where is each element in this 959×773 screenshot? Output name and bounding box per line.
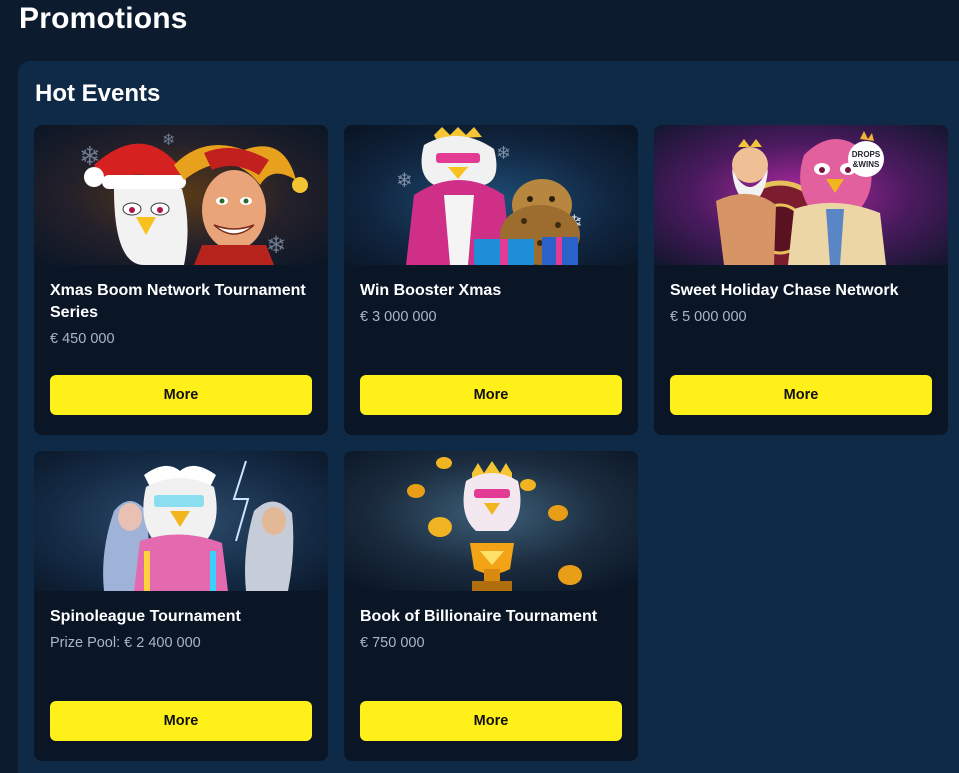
promo-title[interactable]: Spinoleague Tournament — [50, 606, 312, 628]
promo-banner-image[interactable] — [344, 451, 638, 591]
promotions-page: Promotions Hot Events ❄ ❄ ❄ Xmas Boom Ne… — [0, 0, 959, 773]
hot-events-section: Hot Events ❄ ❄ ❄ Xmas Boom Network Tourn… — [18, 61, 959, 773]
section-title: Hot Events — [35, 80, 161, 107]
promo-prize: € 450 000 — [50, 331, 115, 347]
promo-title[interactable]: Book of Billionaire Tournament — [360, 606, 622, 628]
more-button[interactable]: More — [50, 375, 312, 415]
promo-card-spinoleague[interactable]: Spinoleague Tournament Prize Pool: € 2 4… — [34, 451, 328, 761]
promo-prize: € 5 000 000 — [670, 309, 747, 325]
promo-title[interactable]: Sweet Holiday Chase Network — [670, 280, 932, 302]
promo-card-book-of-billionaire[interactable]: Book of Billionaire Tournament € 750 000… — [344, 451, 638, 761]
promo-banner-image[interactable]: DROPS &WINS — [654, 125, 948, 265]
page-title: Promotions — [19, 2, 188, 35]
promo-card-xmas-boom[interactable]: ❄ ❄ ❄ Xmas Boom Network Tournament Serie… — [34, 125, 328, 435]
promo-prize: € 3 000 000 — [360, 309, 437, 325]
more-button[interactable]: More — [670, 375, 932, 415]
svg-text:❄: ❄ — [396, 168, 413, 192]
promo-prize: Prize Pool: € 2 400 000 — [50, 635, 201, 651]
promo-title[interactable]: Xmas Boom Network Tournament Series — [50, 280, 312, 324]
more-button[interactable]: More — [360, 375, 622, 415]
more-button[interactable]: More — [50, 701, 312, 741]
promo-banner-image[interactable]: ❄ ❄ ❄ — [34, 125, 328, 265]
promo-prize: € 750 000 — [360, 635, 425, 651]
promo-banner-image[interactable] — [34, 451, 328, 591]
svg-text:❄: ❄ — [496, 143, 511, 164]
svg-text:DROPS: DROPS — [852, 150, 881, 159]
promo-banner-image[interactable]: ❄ ❄ ❄ — [344, 125, 638, 265]
promo-card-win-booster[interactable]: ❄ ❄ ❄ — [344, 125, 638, 435]
svg-text:❄: ❄ — [162, 130, 175, 149]
more-button[interactable]: More — [360, 701, 622, 741]
promo-card-sweet-holiday[interactable]: DROPS &WINS Sweet Holiday Chase Network … — [654, 125, 948, 435]
promo-title[interactable]: Win Booster Xmas — [360, 280, 622, 302]
svg-text:&WINS: &WINS — [853, 160, 880, 169]
